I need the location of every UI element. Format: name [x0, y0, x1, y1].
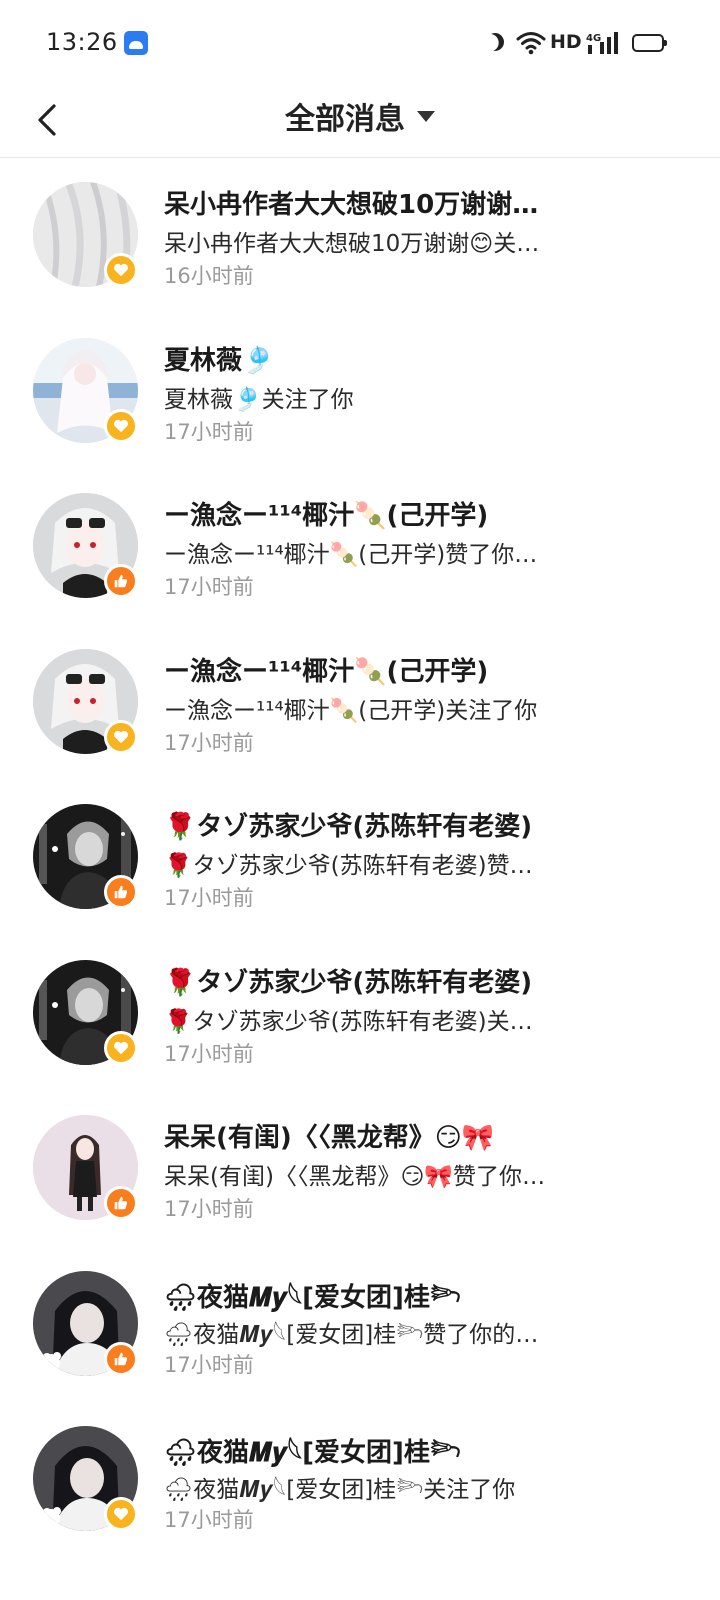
message-item[interactable]: 夏林薇🎐 夏林薇🎐关注了你 17小时前	[0, 316, 720, 472]
message-text: 呆呆(有闺)〈〈黑龙帮》😏🎀赞了你的主页	[164, 1164, 546, 1190]
thumbs-up-icon	[114, 574, 127, 588]
follow-heart-badge	[104, 719, 138, 754]
follow-heart-badge	[104, 253, 138, 287]
svg-text:4G: 4G	[586, 33, 601, 44]
message-time: 17小时前	[164, 1508, 254, 1532]
message-item[interactable]: 呆呆(有闺)〈〈黑龙帮》😏🎀 呆呆(有闺)〈〈黑龙帮》😏🎀赞了你的主页 17小时…	[0, 1093, 720, 1249]
message-text: 夏林薇🎐关注了你	[164, 386, 354, 413]
message-list: 呆小冉作者大大想破10万谢谢😊关注了你 呆小冉作者大大想破10万谢谢😊关注了你 …	[0, 160, 720, 1560]
caret-down-icon	[417, 110, 435, 122]
message-time: 17小时前	[164, 1197, 254, 1221]
message-filter-dropdown[interactable]: 全部消息	[0, 94, 720, 138]
do-not-disturb-icon	[483, 30, 508, 55]
message-item[interactable]: ー漁念ー¹¹⁴椰汁🍡(己开学) ー漁念ー¹¹⁴椰汁🍡(己开学)赞了你的主页 17…	[0, 471, 720, 627]
message-text: ー漁念ー¹¹⁴椰汁🍡(己开学)关注了你	[164, 697, 538, 724]
battery-icon	[632, 34, 667, 52]
heart-icon	[113, 1507, 129, 1521]
sender-name: ー漁念ー¹¹⁴椰汁🍡(己开学)	[164, 501, 489, 531]
message-text: ー漁念ー¹¹⁴椰汁🍡(己开学)赞了你的主页	[164, 542, 546, 568]
message-time: 17小时前	[164, 886, 254, 910]
like-badge	[104, 1186, 138, 1220]
sender-name: 🌹タゾ苏家少爷(苏陈轩有老婆)	[164, 812, 533, 842]
message-text: 🌧夜猫𝑴𝒚𓆩[爱女团]桂𓆸关注了你	[164, 1477, 516, 1503]
message-text: 🌹タゾ苏家少爷(苏陈轩有老婆)赞了你的主页	[164, 853, 546, 879]
message-text: 🌹タゾ苏家少爷(苏陈轩有老婆)关注了你	[164, 1008, 546, 1035]
signal-icon: 4G	[586, 30, 626, 60]
like-badge	[104, 1341, 138, 1376]
page-title: 全部消息	[285, 102, 405, 137]
message-time: 17小时前	[164, 419, 254, 444]
status-time: 13:26	[46, 28, 118, 56]
like-badge	[104, 875, 138, 909]
message-time: 17小时前	[164, 730, 254, 755]
thumbs-up-icon	[114, 1196, 127, 1210]
follow-heart-badge	[104, 1030, 138, 1065]
thumbs-up-icon	[114, 1352, 127, 1365]
follow-heart-badge	[104, 408, 138, 443]
message-item[interactable]: 🌧夜猫𝑴𝒚𓆩[爱女团]桂𓆸 🌧夜猫𝑴𝒚𓆩[爱女团]桂𓆸关注了你 17小时前	[0, 1404, 720, 1560]
status-bar: 13:26 HD 4G	[0, 0, 720, 88]
message-item[interactable]: 呆小冉作者大大想破10万谢谢😊关注了你 呆小冉作者大大想破10万谢谢😊关注了你 …	[0, 160, 720, 316]
message-item[interactable]: ー漁念ー¹¹⁴椰汁🍡(己开学) ー漁念ー¹¹⁴椰汁🍡(己开学)关注了你 17小时…	[0, 627, 720, 783]
message-text: 呆小冉作者大大想破10万谢谢😊关注了你	[164, 231, 546, 257]
message-item[interactable]: 🌧夜猫𝑴𝒚𓆩[爱女团]桂𓆸 🌧夜猫𝑴𝒚𓆩[爱女团]桂𓆸赞了你的主页 17小时前	[0, 1249, 720, 1405]
like-badge	[104, 564, 138, 598]
heart-icon	[113, 419, 129, 432]
top-nav-bar: 全部消息	[0, 88, 720, 158]
message-text: 🌧夜猫𝑴𝒚𓆩[爱女团]桂𓆸赞了你的主页	[164, 1321, 546, 1348]
sender-name: 🌧夜猫𝑴𝒚𓆩[爱女团]桂𓆸	[164, 1438, 461, 1468]
app-notification-icon	[124, 31, 148, 55]
message-time: 17小时前	[164, 1041, 254, 1066]
message-time: 17小时前	[164, 575, 254, 599]
sender-name: 呆小冉作者大大想破10万谢谢😊关注了你	[164, 190, 564, 220]
heart-icon	[113, 263, 129, 277]
sender-name: 夏林薇🎐	[164, 345, 275, 376]
message-item[interactable]: 🌹タゾ苏家少爷(苏陈轩有老婆) 🌹タゾ苏家少爷(苏陈轩有老婆)赞了你的主页 17…	[0, 782, 720, 938]
sender-name: 呆呆(有闺)〈〈黑龙帮》😏🎀	[164, 1123, 495, 1153]
sender-name: ー漁念ー¹¹⁴椰汁🍡(己开学)	[164, 656, 489, 687]
message-time: 16小时前	[164, 264, 254, 288]
wifi-icon	[516, 30, 546, 60]
thumbs-up-icon	[114, 885, 127, 899]
message-item[interactable]: 🌹タゾ苏家少爷(苏陈轩有老婆) 🌹タゾ苏家少爷(苏陈轩有老婆)关注了你 17小时…	[0, 938, 720, 1094]
follow-heart-badge	[104, 1497, 138, 1531]
hd-indicator: HD	[550, 31, 582, 53]
heart-icon	[113, 730, 129, 743]
message-time: 17小时前	[164, 1352, 254, 1377]
heart-icon	[113, 1041, 129, 1054]
sender-name: 🌧夜猫𝑴𝒚𓆩[爱女团]桂𓆸	[164, 1282, 461, 1313]
sender-name: 🌹タゾ苏家少爷(苏陈轩有老婆)	[164, 967, 533, 998]
